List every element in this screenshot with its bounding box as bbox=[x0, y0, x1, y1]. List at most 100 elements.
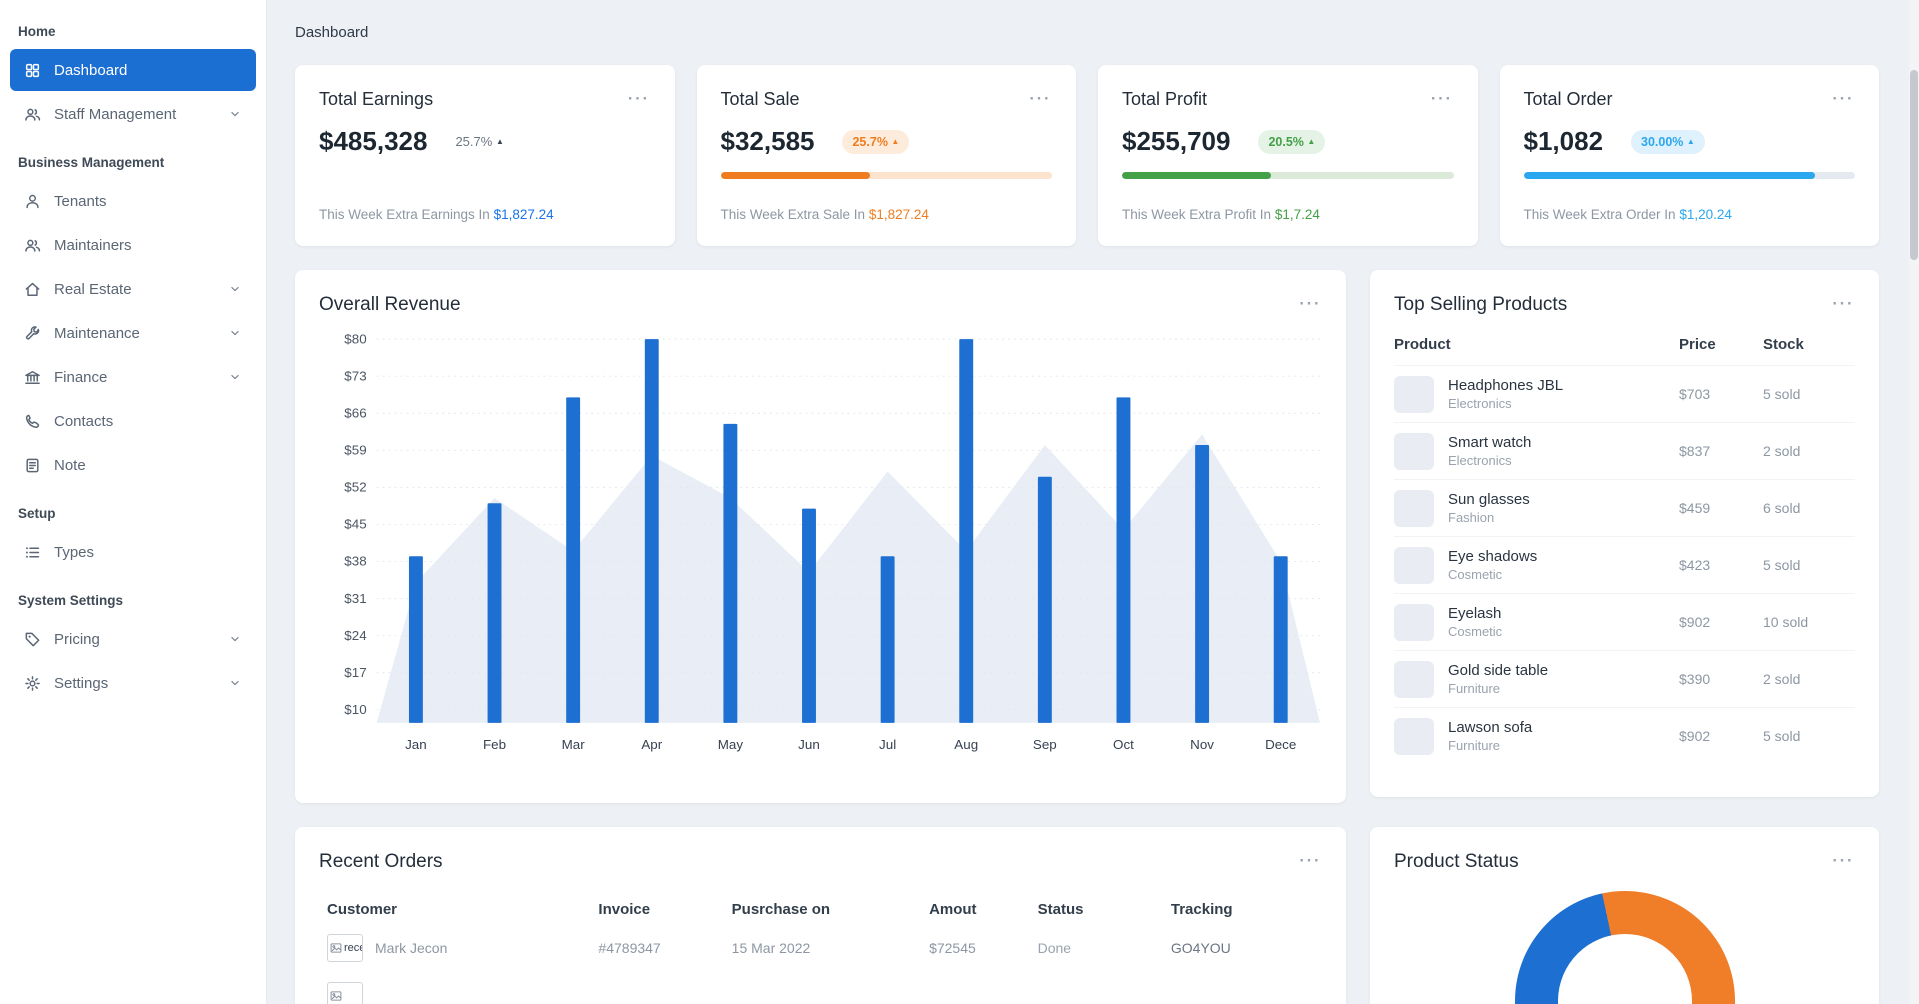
middle-row: Overall Revenue ⋯ $80 $73 $66 $59 $52 $45 $38 $… bbox=[295, 270, 1879, 803]
stat-footer: This Week Extra Order In $1,20.24 bbox=[1523, 207, 1732, 222]
product-name: Gold side table bbox=[1448, 662, 1549, 679]
product-price: $902 bbox=[1679, 614, 1711, 630]
product-name: Sun glasses bbox=[1448, 491, 1530, 508]
sidebar-item-finance[interactable]: Finance bbox=[10, 356, 256, 398]
sidebar-item-contacts[interactable]: Contacts bbox=[10, 400, 256, 442]
types-icon bbox=[26, 546, 40, 558]
stat-value: $1,082 bbox=[1523, 126, 1604, 156]
x-axis-label: Aug bbox=[954, 738, 978, 753]
more-menu-icon[interactable]: ⋯ bbox=[1829, 291, 1855, 313]
broken-image-icon bbox=[330, 943, 342, 953]
sidebar-item-tenants[interactable]: Tenants bbox=[10, 180, 256, 222]
stat-footer-amount: $1,827.24 bbox=[868, 207, 929, 222]
sidebar-section-title-system-settings: System Settings bbox=[18, 593, 124, 608]
revenue-bar-aug bbox=[959, 339, 974, 723]
product-category: Electronics bbox=[1448, 396, 1512, 411]
sidebar-item-dashboard[interactable]: Dashboard bbox=[10, 49, 256, 91]
product-stock: 2 sold bbox=[1763, 671, 1801, 687]
product-name: Eyelash bbox=[1448, 605, 1502, 622]
finance-icon bbox=[25, 370, 40, 384]
stat-badge: 25.7% ▲ bbox=[455, 134, 504, 149]
y-axis-tick: $38 bbox=[344, 554, 366, 569]
more-menu-icon[interactable]: ⋯ bbox=[1829, 86, 1855, 108]
scrollbar[interactable] bbox=[1909, 0, 1919, 1004]
sidebar-item-label: Maintenance bbox=[54, 324, 140, 342]
products-table-header: Product Price Stock bbox=[1394, 336, 1855, 365]
product-category: Furniture bbox=[1448, 681, 1501, 696]
sidebar: Home Dashboard Staff Management Business Ma… bbox=[0, 0, 267, 1004]
stat-footer-amount: $1,7.24 bbox=[1274, 207, 1320, 222]
sidebar-item-staff-management[interactable]: Staff Management bbox=[10, 93, 256, 135]
products-column-header: Stock bbox=[1763, 336, 1804, 353]
order-amount: $72545 bbox=[929, 940, 976, 956]
dashboard-icon bbox=[25, 63, 40, 77]
chevron-down-icon bbox=[228, 326, 242, 340]
sidebar-item-pricing[interactable]: Pricing bbox=[10, 618, 256, 660]
order-date: 15 Mar 2022 bbox=[731, 940, 811, 956]
sidebar-item-settings[interactable]: Settings bbox=[10, 662, 256, 704]
sidebar-item-real-estate[interactable]: Real Estate bbox=[10, 268, 256, 310]
stat-card-title: Total Order bbox=[1523, 89, 1613, 109]
more-menu-icon[interactable]: ⋯ bbox=[1296, 848, 1322, 870]
stat-card-total-order: Total Order ⋯ $1,082 30.00% ▲ This Week Extr… bbox=[1499, 65, 1879, 246]
y-axis-tick: $52 bbox=[344, 480, 366, 495]
stat-footer-amount: $1,20.24 bbox=[1679, 207, 1732, 222]
sidebar-item-note[interactable]: Note bbox=[10, 444, 256, 486]
stat-card-total-earnings: Total Earnings ⋯ $485,328 25.7% ▲ This Week … bbox=[295, 65, 675, 246]
scrollbar-thumb[interactable] bbox=[1910, 70, 1918, 260]
product-thumbnail bbox=[1394, 489, 1434, 527]
sidebar-item-label: Note bbox=[54, 456, 86, 474]
phone-icon bbox=[25, 414, 40, 428]
revenue-bar-apr bbox=[644, 339, 659, 723]
y-axis-tick: $10 bbox=[344, 702, 366, 717]
product-price: $459 bbox=[1679, 500, 1711, 516]
product-row-eye-shadows: Eye shadows Cosmetic $423 5 sold bbox=[1394, 536, 1855, 593]
people-icon bbox=[25, 108, 41, 121]
main-content: Dashboard Total Earnings ⋯ $485,328 25.7% ▲… bbox=[267, 0, 1919, 1004]
revenue-chart-svg: $80 $73 $66 $59 $52 $45 $38 $31 $24 $17 $10 Jan Feb M… bbox=[344, 332, 1321, 753]
recent-orders-card: Recent Orders ⋯ Customer Invoice Pusrchase… bbox=[295, 827, 1346, 1004]
x-axis-label: May bbox=[718, 738, 744, 753]
app-root: Home Dashboard Staff Management Business Ma… bbox=[0, 0, 1919, 1004]
more-menu-icon[interactable]: ⋯ bbox=[1829, 848, 1855, 870]
revenue-chart: $80 $73 $66 $59 $52 $45 $38 $31 $24 $17 $10 Jan Feb M… bbox=[319, 326, 1322, 766]
orders-column-header: Invoice bbox=[598, 901, 651, 918]
sidebar-item-label: Real Estate bbox=[54, 280, 132, 298]
order-row bbox=[319, 972, 1322, 1004]
product-category: Electronics bbox=[1448, 453, 1512, 468]
product-price: $423 bbox=[1679, 557, 1711, 573]
broken-image-icon bbox=[330, 991, 342, 1001]
caret-up-icon: ▲ bbox=[495, 137, 504, 146]
product-name: Eye shadows bbox=[1448, 548, 1538, 565]
revenue-bar-mar bbox=[566, 397, 581, 723]
more-menu-icon[interactable]: ⋯ bbox=[625, 86, 651, 108]
product-stock: 5 sold bbox=[1763, 386, 1801, 402]
y-axis-tick: $80 bbox=[344, 332, 366, 347]
product-thumbnail bbox=[1394, 660, 1434, 698]
stat-badge: 30.00% ▲ bbox=[1631, 129, 1705, 154]
x-axis-label: Jun bbox=[798, 738, 820, 753]
revenue-bar-jan bbox=[408, 556, 423, 723]
more-menu-icon[interactable]: ⋯ bbox=[1428, 86, 1454, 108]
product-status-title: Product Status bbox=[1394, 851, 1519, 872]
product-status-donut-chart bbox=[1514, 891, 1735, 1004]
stat-footer-amount: $1,827.24 bbox=[493, 207, 554, 222]
broken-image-placeholder: rece bbox=[327, 934, 363, 962]
sidebar-item-label: Tenants bbox=[54, 192, 107, 210]
sidebar-item-types[interactable]: Types bbox=[10, 531, 256, 573]
stat-card-title: Total Sale bbox=[720, 89, 800, 109]
stat-progress-bar bbox=[720, 172, 1052, 179]
product-row-smart-watch: Smart watch Electronics $837 2 sold bbox=[1394, 422, 1855, 479]
products-table-body: Headphones JBL Electronics $703 5 sold Smart… bbox=[1394, 365, 1855, 764]
caret-up-icon: ▲ bbox=[1307, 136, 1316, 146]
chevron-down-icon bbox=[231, 111, 239, 117]
sidebar-item-maintainers[interactable]: Maintainers bbox=[10, 224, 256, 266]
more-menu-icon[interactable]: ⋯ bbox=[1296, 291, 1322, 313]
sidebar-item-maintenance[interactable]: Maintenance bbox=[10, 312, 256, 354]
more-menu-icon[interactable]: ⋯ bbox=[1026, 86, 1052, 108]
chevron-down-icon bbox=[228, 370, 242, 384]
revenue-bar-jun bbox=[802, 508, 816, 723]
stat-value: $32,585 bbox=[720, 126, 815, 156]
x-axis-label: Nov bbox=[1190, 738, 1214, 753]
orders-column-header: Amout bbox=[929, 901, 977, 918]
